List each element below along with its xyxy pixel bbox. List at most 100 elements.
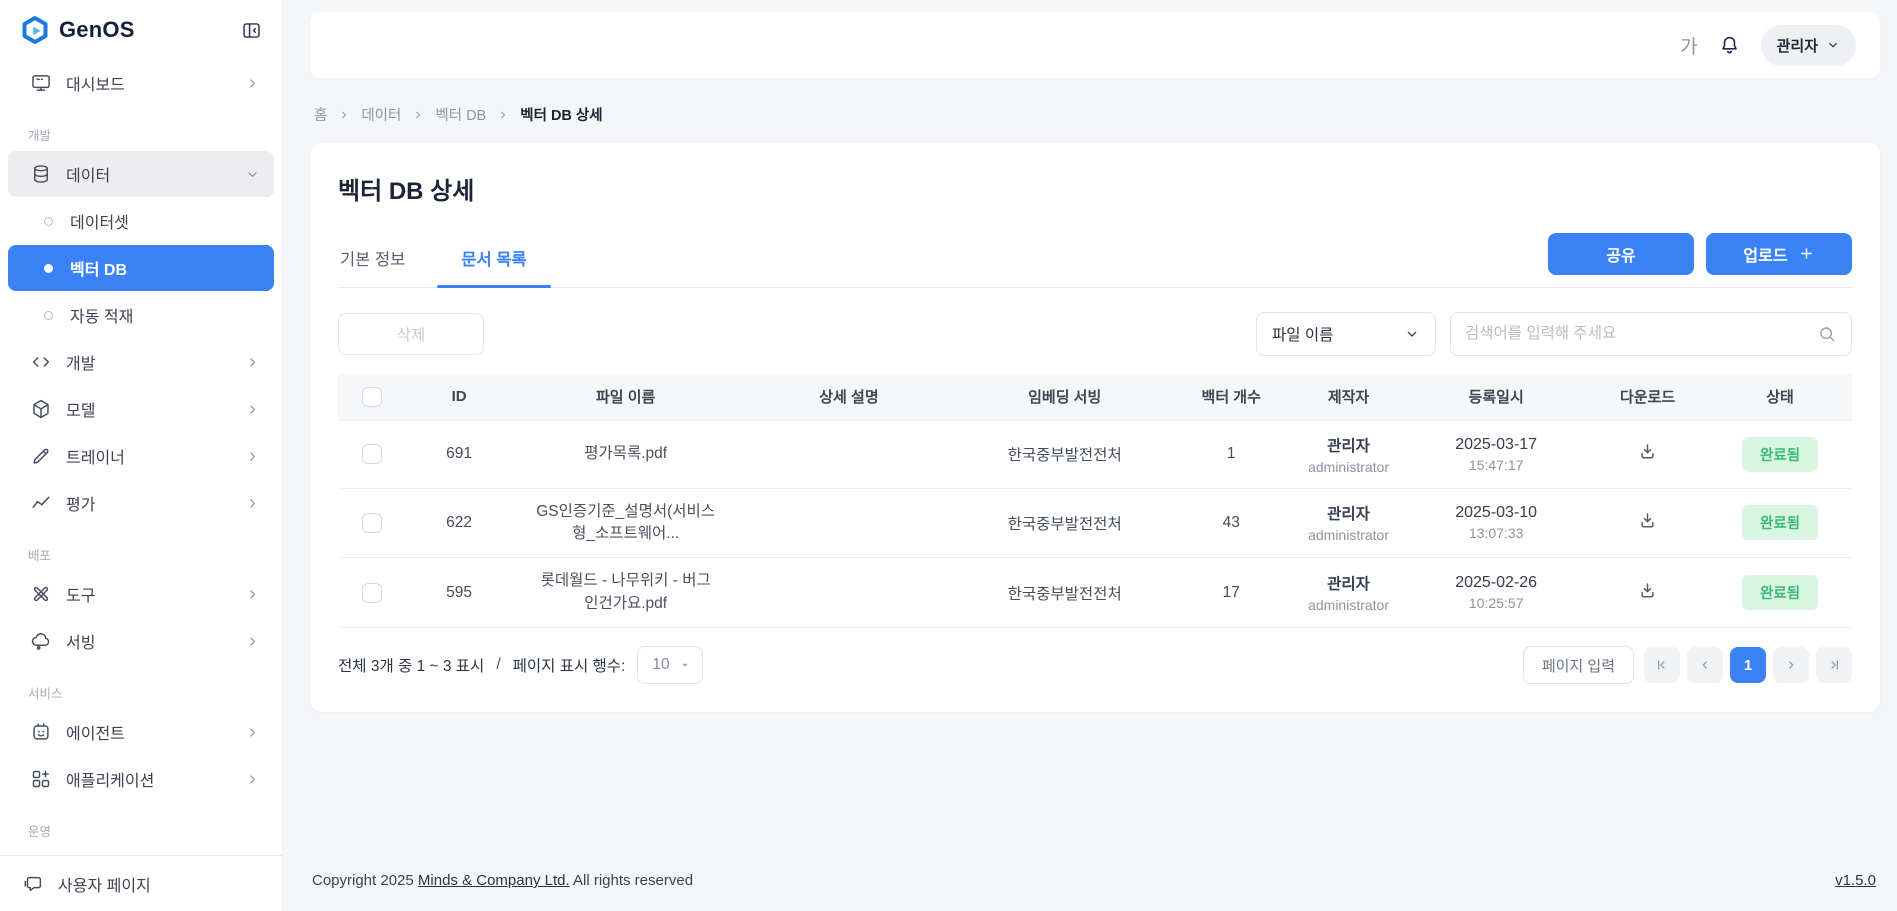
- select-all-checkbox[interactable]: [362, 387, 382, 407]
- rows-per-page-label: 페이지 표시 행수:: [513, 654, 626, 676]
- prev-page-button[interactable]: [1687, 647, 1723, 683]
- sidebar-item-label: 평가: [66, 491, 95, 515]
- chevron-right-icon: [245, 402, 260, 417]
- head-actions: 공유 업로드: [1548, 233, 1852, 275]
- cell-file-name: GS인증기준_설명서(서비스형_소프트웨어...: [512, 488, 739, 558]
- sidebar-item-user-page[interactable]: 사용자 페이지: [0, 855, 282, 911]
- bullet-icon: [44, 264, 53, 273]
- column-header: 상태: [1708, 374, 1852, 420]
- bell-icon: [1718, 34, 1741, 57]
- page-input-button[interactable]: 페이지 입력: [1523, 646, 1634, 684]
- version-link[interactable]: v1.5.0: [1835, 872, 1876, 889]
- breadcrumb-current: 벡터 DB 상세: [520, 104, 602, 125]
- breadcrumb-item[interactable]: 데이터: [361, 104, 401, 125]
- sidebar: GenOS 대시보드개발데이터데이터셋벡터 DB자동 적재개발모델트레이너평가배…: [0, 0, 283, 911]
- cell-id: 595: [406, 558, 512, 628]
- chevron-down-icon: [1826, 38, 1840, 52]
- user-menu[interactable]: 관리자: [1761, 25, 1856, 66]
- tools-icon: [30, 583, 52, 605]
- cell-download: [1587, 558, 1708, 628]
- row-checkbox[interactable]: [362, 513, 382, 533]
- sidebar-item[interactable]: 평가: [8, 480, 274, 526]
- column-header: 상세 설명: [739, 374, 959, 420]
- cell-download: [1587, 488, 1708, 558]
- column-header: 임베딩 서빙: [959, 374, 1171, 420]
- cube-icon: [30, 398, 52, 420]
- tabs: 기본 정보 문서 목록: [338, 232, 529, 287]
- registered-time: 10:25:57: [1413, 595, 1579, 611]
- breadcrumb-item[interactable]: 벡터 DB: [435, 104, 486, 125]
- delete-button[interactable]: 삭제: [338, 313, 484, 355]
- notifications-button[interactable]: [1718, 34, 1741, 57]
- row-checkbox[interactable]: [362, 444, 382, 464]
- sidebar-item[interactable]: 에이전트: [8, 709, 274, 755]
- tab-basic-info[interactable]: 기본 정보: [338, 232, 407, 287]
- registered-date: 2025-03-17: [1413, 436, 1579, 454]
- company-link[interactable]: Minds & Company Ltd.: [418, 872, 570, 889]
- filter-field-select[interactable]: 파일 이름: [1256, 312, 1436, 356]
- sidebar-item[interactable]: 트레이너: [8, 433, 274, 479]
- cell-embedding-serving: 한국중부발전전처: [959, 420, 1171, 488]
- download-button[interactable]: [1637, 510, 1658, 531]
- sidebar-subitem[interactable]: 벡터 DB: [8, 245, 274, 291]
- page-footer: Copyright 2025 Minds & Company Ltd. All …: [310, 848, 1880, 911]
- cell-registered-at: 2025-03-1715:47:17: [1405, 420, 1587, 488]
- registered-time: 13:07:33: [1413, 525, 1579, 541]
- chevron-right-icon: [245, 76, 260, 91]
- sidebar-item[interactable]: 데이터: [8, 151, 274, 197]
- filter-row: 삭제 파일 이름: [338, 312, 1852, 356]
- sidebar-item[interactable]: 모델: [8, 386, 274, 432]
- download-button[interactable]: [1637, 441, 1658, 462]
- sidebar-item[interactable]: 대시보드: [8, 60, 274, 106]
- share-button[interactable]: 공유: [1548, 233, 1694, 275]
- cell-vector-count: 1: [1171, 420, 1292, 488]
- chevron-right-icon: [497, 109, 509, 121]
- cell-description: [739, 420, 959, 488]
- download-icon: [1637, 441, 1658, 462]
- share-button-label: 공유: [1606, 242, 1635, 266]
- pagination-summary: 전체 3개 중 1 ~ 3 표시: [338, 654, 484, 676]
- cell-file-name: 롯데월드 - 나무위키 - 버그인건가요.pdf: [512, 558, 739, 628]
- download-button[interactable]: [1637, 580, 1658, 601]
- sidebar-collapse-icon[interactable]: [241, 20, 262, 41]
- font-size-button[interactable]: 가: [1680, 32, 1697, 59]
- search-box: [1450, 312, 1852, 356]
- brand-name: GenOS: [59, 17, 135, 43]
- rows-per-page-select[interactable]: 10: [637, 646, 703, 684]
- column-header: 등록일시: [1405, 374, 1587, 420]
- tab-document-list[interactable]: 문서 목록: [459, 232, 528, 287]
- sidebar-item[interactable]: 서빙: [8, 618, 274, 664]
- topbar: 가 관리자: [310, 12, 1880, 78]
- row-checkbox[interactable]: [362, 583, 382, 603]
- chevron-right-icon: [245, 725, 260, 740]
- search-input[interactable]: [1465, 325, 1817, 343]
- status-badge: 완료됨: [1742, 437, 1818, 472]
- cell-description: [739, 558, 959, 628]
- sidebar-item-label: 개발: [66, 350, 95, 374]
- sidebar-item[interactable]: 애플리케이션: [8, 756, 274, 802]
- first-page-button[interactable]: [1644, 647, 1680, 683]
- breadcrumb-item[interactable]: 홈: [314, 104, 327, 125]
- documents-table: ID파일 이름상세 설명임베딩 서빙백터 개수제작자등록일시다운로드상태 691…: [338, 374, 1852, 628]
- logo[interactable]: GenOS: [20, 15, 135, 45]
- sidebar-item-label: 트레이너: [66, 444, 125, 468]
- filter-field-value: 파일 이름: [1272, 323, 1333, 345]
- status-badge: 완료됨: [1742, 505, 1818, 540]
- table-header-row: ID파일 이름상세 설명임베딩 서빙백터 개수제작자등록일시다운로드상태: [338, 374, 1852, 420]
- chevron-right-icon: [245, 587, 260, 602]
- sidebar-item[interactable]: 개발: [8, 339, 274, 385]
- sidebar-item-label: 사용자 페이지: [58, 872, 151, 896]
- sidebar-header: GenOS: [0, 0, 282, 53]
- upload-button[interactable]: 업로드: [1706, 233, 1852, 275]
- last-page-button[interactable]: [1816, 647, 1852, 683]
- sidebar-subitem[interactable]: 자동 적재: [8, 292, 274, 338]
- next-page-button[interactable]: [1773, 647, 1809, 683]
- caret-down-icon: [678, 658, 692, 672]
- cell-creator: 관리자administrator: [1292, 488, 1406, 558]
- pagination-controls: 페이지 입력 1: [1523, 646, 1852, 684]
- sidebar-subitem[interactable]: 데이터셋: [8, 198, 274, 244]
- download-icon: [1637, 580, 1658, 601]
- sidebar-item[interactable]: 도구: [8, 571, 274, 617]
- page-number-button[interactable]: 1: [1730, 647, 1766, 683]
- chevron-right-icon: [245, 634, 260, 649]
